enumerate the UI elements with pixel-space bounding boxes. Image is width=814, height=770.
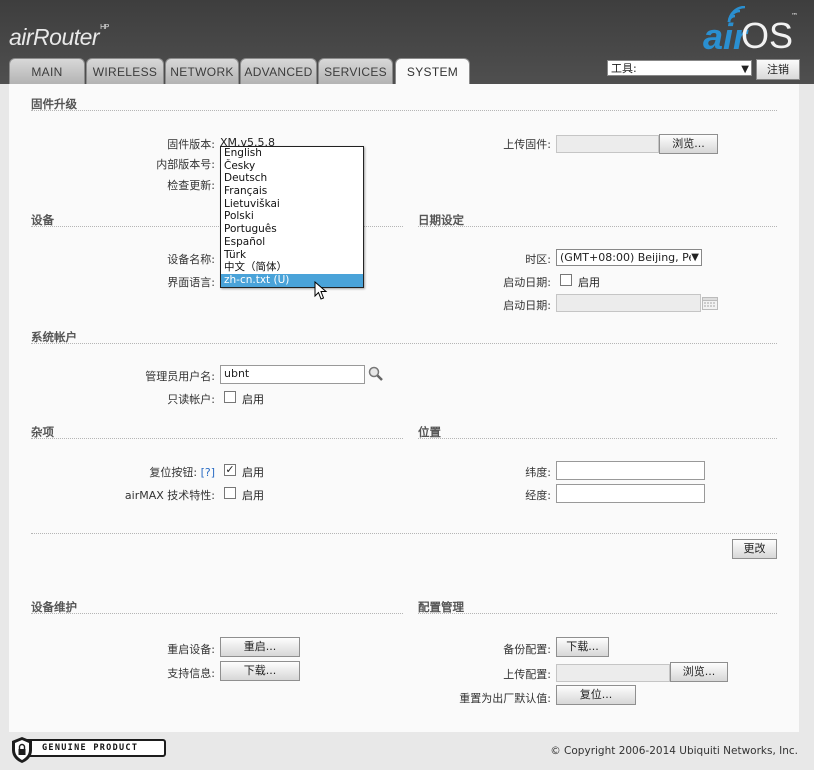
airmax-label: airMAX 技术特性: — [124, 489, 215, 502]
language-dropdown[interactable]: English Česky Deutsch Français Lietuvišk… — [220, 146, 364, 288]
latitude-input[interactable] — [556, 461, 705, 480]
build-number-label: 内部版本号: — [156, 158, 215, 171]
support-download-button[interactable]: 下载... — [220, 661, 300, 681]
system-panel: 固件升级 固件版本: XM.v5.5.8 内部版本号: 检查更新: 上传固件: … — [9, 84, 799, 732]
tools-select[interactable]: 工具: ▼ — [607, 60, 752, 76]
startup-date-label: 启动日期: — [503, 299, 551, 312]
admin-username-label: 管理员用户名: — [145, 370, 215, 383]
tab-main[interactable]: MAIN — [9, 58, 85, 84]
readonly-account-enable-text: 启用 — [242, 393, 264, 406]
firmware-file-field[interactable] — [556, 135, 659, 153]
search-icon[interactable] — [368, 366, 384, 382]
divider — [418, 613, 777, 614]
reset-help-link[interactable]: [?] — [201, 466, 215, 479]
divider — [31, 110, 777, 111]
language-option[interactable]: Deutsch — [221, 172, 363, 185]
reboot-button[interactable]: 重启... — [220, 637, 300, 657]
divider — [31, 533, 777, 534]
device-name-label: 设备名称: — [167, 253, 215, 266]
header-bar: airRouterHP air OS ™ MAIN WIRELESS NETWO… — [0, 0, 814, 86]
config-browse-button[interactable]: 浏览... — [670, 662, 728, 682]
reset-button-label: 复位按钮: [?] — [149, 464, 215, 480]
tab-advanced[interactable]: ADVANCED — [240, 58, 317, 84]
language-option[interactable]: Español — [221, 236, 363, 249]
startup-date-checkbox[interactable] — [560, 274, 572, 286]
language-option[interactable]: Français — [221, 185, 363, 198]
reset-button-checkbox[interactable]: ✓ — [224, 464, 236, 476]
language-option[interactable]: Português — [221, 223, 363, 236]
admin-username-input[interactable]: ubnt — [220, 365, 365, 384]
upload-firmware-label: 上传固件: — [503, 138, 551, 151]
airos-tm: ™ — [791, 12, 798, 20]
language-option[interactable]: English — [221, 147, 363, 160]
language-option[interactable]: Polski — [221, 210, 363, 223]
divider — [31, 343, 777, 344]
chevron-down-icon: ▼ — [691, 250, 699, 265]
airrouter-logo: airRouterHP — [9, 24, 109, 51]
tools-select-value: 工具: — [611, 62, 637, 75]
airmax-enable-text: 启用 — [242, 489, 264, 502]
brand-name: airRouter — [9, 24, 100, 50]
timezone-select[interactable]: (GMT+08:00) Beijing, Pe ▼ — [556, 249, 702, 266]
change-button[interactable]: 更改 — [732, 539, 777, 559]
divider — [418, 438, 777, 439]
tab-wireless[interactable]: WIRELESS — [86, 58, 164, 84]
genuine-product-text: GENUINE PRODUCT — [18, 739, 166, 757]
shield-lock-icon — [12, 737, 32, 763]
language-option[interactable]: 中文（简体） — [221, 261, 363, 274]
reset-button-enable-text: 启用 — [242, 466, 264, 479]
support-info-label: 支持信息: — [167, 667, 215, 680]
airmax-checkbox[interactable] — [224, 487, 236, 499]
chevron-down-icon: ▼ — [741, 64, 749, 75]
interface-language-label: 界面语言: — [167, 276, 215, 289]
factory-reset-button[interactable]: 复位... — [556, 685, 636, 705]
admin-username-value: ubnt — [224, 367, 250, 380]
longitude-input[interactable] — [556, 484, 705, 503]
genuine-product-badge: GENUINE PRODUCT — [10, 736, 166, 764]
firmware-browse-button[interactable]: 浏览... — [659, 134, 718, 154]
reset-button-label-text: 复位按钮: — [149, 466, 198, 479]
check-update-label: 检查更新: — [167, 179, 215, 192]
timezone-value: (GMT+08:00) Beijing, Pe — [560, 251, 696, 264]
mouse-cursor-icon — [314, 281, 328, 300]
readonly-account-label: 只读帐户: — [167, 393, 215, 406]
footer: GENUINE PRODUCT © Copyright 2006-2014 Ub… — [0, 732, 814, 770]
airos-logo: air OS ™ — [703, 6, 803, 57]
language-option[interactable]: Türk — [221, 249, 363, 262]
divider — [31, 613, 403, 614]
divider — [418, 226, 777, 227]
tab-network[interactable]: NETWORK — [165, 58, 239, 84]
language-option[interactable]: Česky — [221, 160, 363, 173]
startup-date-enable-label: 启动日期: — [503, 276, 551, 289]
tab-system[interactable]: SYSTEM — [395, 58, 470, 86]
startup-date-enable-text: 启用 — [578, 276, 600, 289]
startup-date-field[interactable] — [556, 294, 701, 312]
reboot-label: 重启设备: — [167, 643, 215, 656]
logout-button[interactable]: 注销 — [756, 59, 800, 80]
language-option-highlighted[interactable]: zh-cn.txt (U) — [221, 273, 363, 287]
readonly-account-checkbox[interactable] — [224, 391, 236, 403]
config-file-field[interactable] — [556, 664, 670, 682]
backup-config-label: 备份配置: — [503, 643, 551, 656]
backup-download-button[interactable]: 下载... — [556, 637, 609, 657]
airos-logo-os: OS — [741, 15, 794, 56]
factory-reset-label: 重置为出厂默认值: — [459, 692, 551, 705]
firmware-version-label: 固件版本: — [167, 138, 215, 151]
tab-services[interactable]: SERVICES — [318, 58, 393, 84]
timezone-label: 时区: — [525, 253, 551, 266]
language-option[interactable]: Lietuviškai — [221, 198, 363, 211]
divider — [31, 438, 403, 439]
latitude-label: 纬度: — [525, 466, 551, 479]
longitude-label: 经度: — [525, 489, 551, 502]
calendar-icon[interactable] — [702, 296, 718, 310]
brand-suffix: HP — [100, 24, 109, 31]
copyright-text: © Copyright 2006-2014 Ubiquiti Networks,… — [550, 745, 798, 757]
upload-config-label: 上传配置: — [503, 668, 551, 681]
